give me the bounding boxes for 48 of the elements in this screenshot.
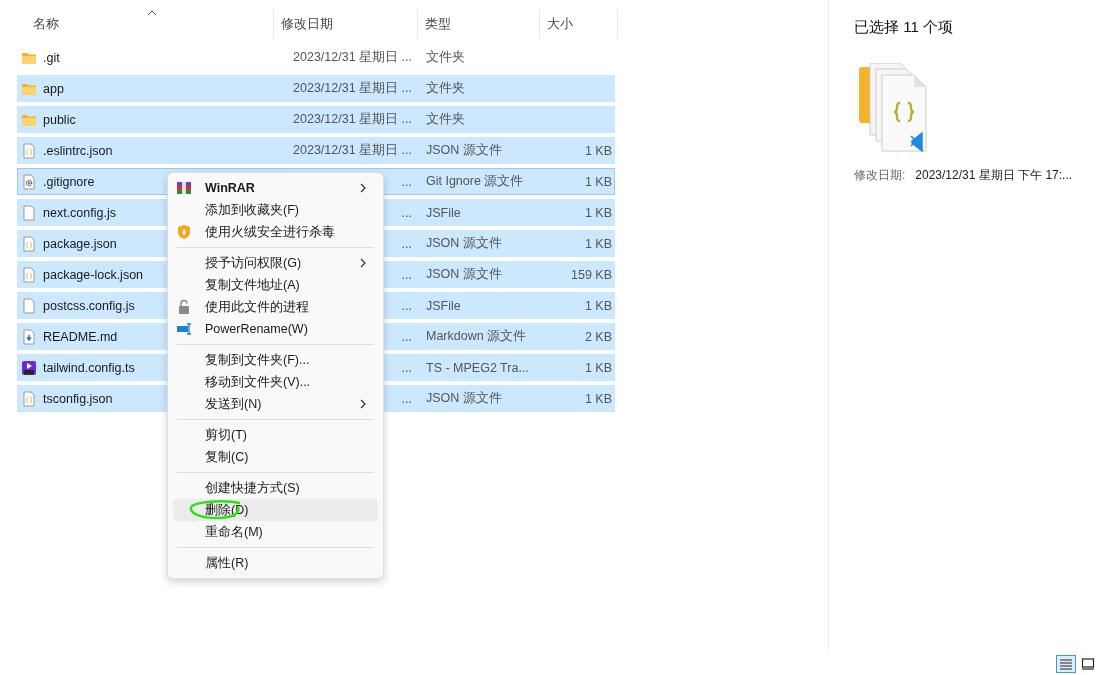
date-cell: 2023/12/31 星期日 ... [293, 50, 412, 64]
size-cell-text: 1 KB [583, 174, 613, 189]
meta-label: 修改日期: [854, 167, 906, 184]
date-cell: ... [401, 205, 412, 220]
type-cell-text: JSON 源文件 [425, 142, 503, 159]
meta-value: 2023/12/31 星期日 下午 17:... [915, 167, 1073, 184]
file-name: .eslintrc.json [43, 143, 113, 158]
size-cell-text: 1 KB [583, 143, 613, 158]
file-name: .git [43, 50, 60, 65]
date-cell: 2023/12/31 星期日 ... [293, 143, 412, 157]
type-cell-text: JSON 源文件 [425, 266, 503, 283]
file-name: public [43, 112, 76, 127]
type-cell-text: JSFile [425, 298, 462, 313]
size-cell-text: 2 KB [583, 329, 613, 344]
type-cell-text: TS - MPEG2 Tra... [425, 360, 530, 375]
date-cell: ... [401, 174, 412, 189]
date-cell: ... [401, 298, 412, 313]
type-cell-text: Git Ignore 源文件 [425, 173, 525, 190]
file-name: README.md [43, 329, 118, 344]
file-name: package.json [43, 236, 117, 251]
date-cell: ... [401, 267, 412, 282]
date-cell: ... [401, 329, 412, 344]
date-cell: ... [401, 391, 412, 406]
type-cell-text: JSON 源文件 [425, 390, 503, 407]
file-name: package-lock.json [43, 267, 144, 282]
file-name: next.config.js [43, 205, 116, 220]
date-cell: ... [401, 236, 412, 251]
size-cell-text: 1 KB [583, 391, 613, 406]
file-name: tailwind.config.ts [43, 360, 135, 375]
date-cell: 2023/12/31 星期日 ... [293, 112, 412, 126]
type-cell-text: 文件夹 [425, 49, 466, 66]
size-cell-text: 1 KB [583, 205, 613, 220]
selection-title: 已选择 11 个项 [854, 18, 954, 37]
date-cell: ... [401, 360, 412, 375]
date-cell: 2023/12/31 星期日 ... [293, 81, 412, 95]
type-cell-text: 文件夹 [425, 80, 466, 97]
size-cell-text: 1 KB [583, 298, 613, 313]
file-name: postcss.config.js [43, 298, 135, 313]
size-cell-text: 1 KB [583, 360, 613, 375]
type-cell-text: 文件夹 [425, 111, 466, 128]
size-cell-text: 159 KB [570, 267, 613, 282]
file-name: .gitignore [43, 174, 95, 189]
size-cell-text: 1 KB [583, 236, 613, 251]
type-cell-text: JSON 源文件 [425, 235, 503, 252]
file-name: tsconfig.json [43, 391, 113, 406]
file-name: app [43, 81, 64, 96]
type-cell-text: Markdown 源文件 [425, 328, 528, 345]
type-cell-text: JSFile [425, 205, 462, 220]
